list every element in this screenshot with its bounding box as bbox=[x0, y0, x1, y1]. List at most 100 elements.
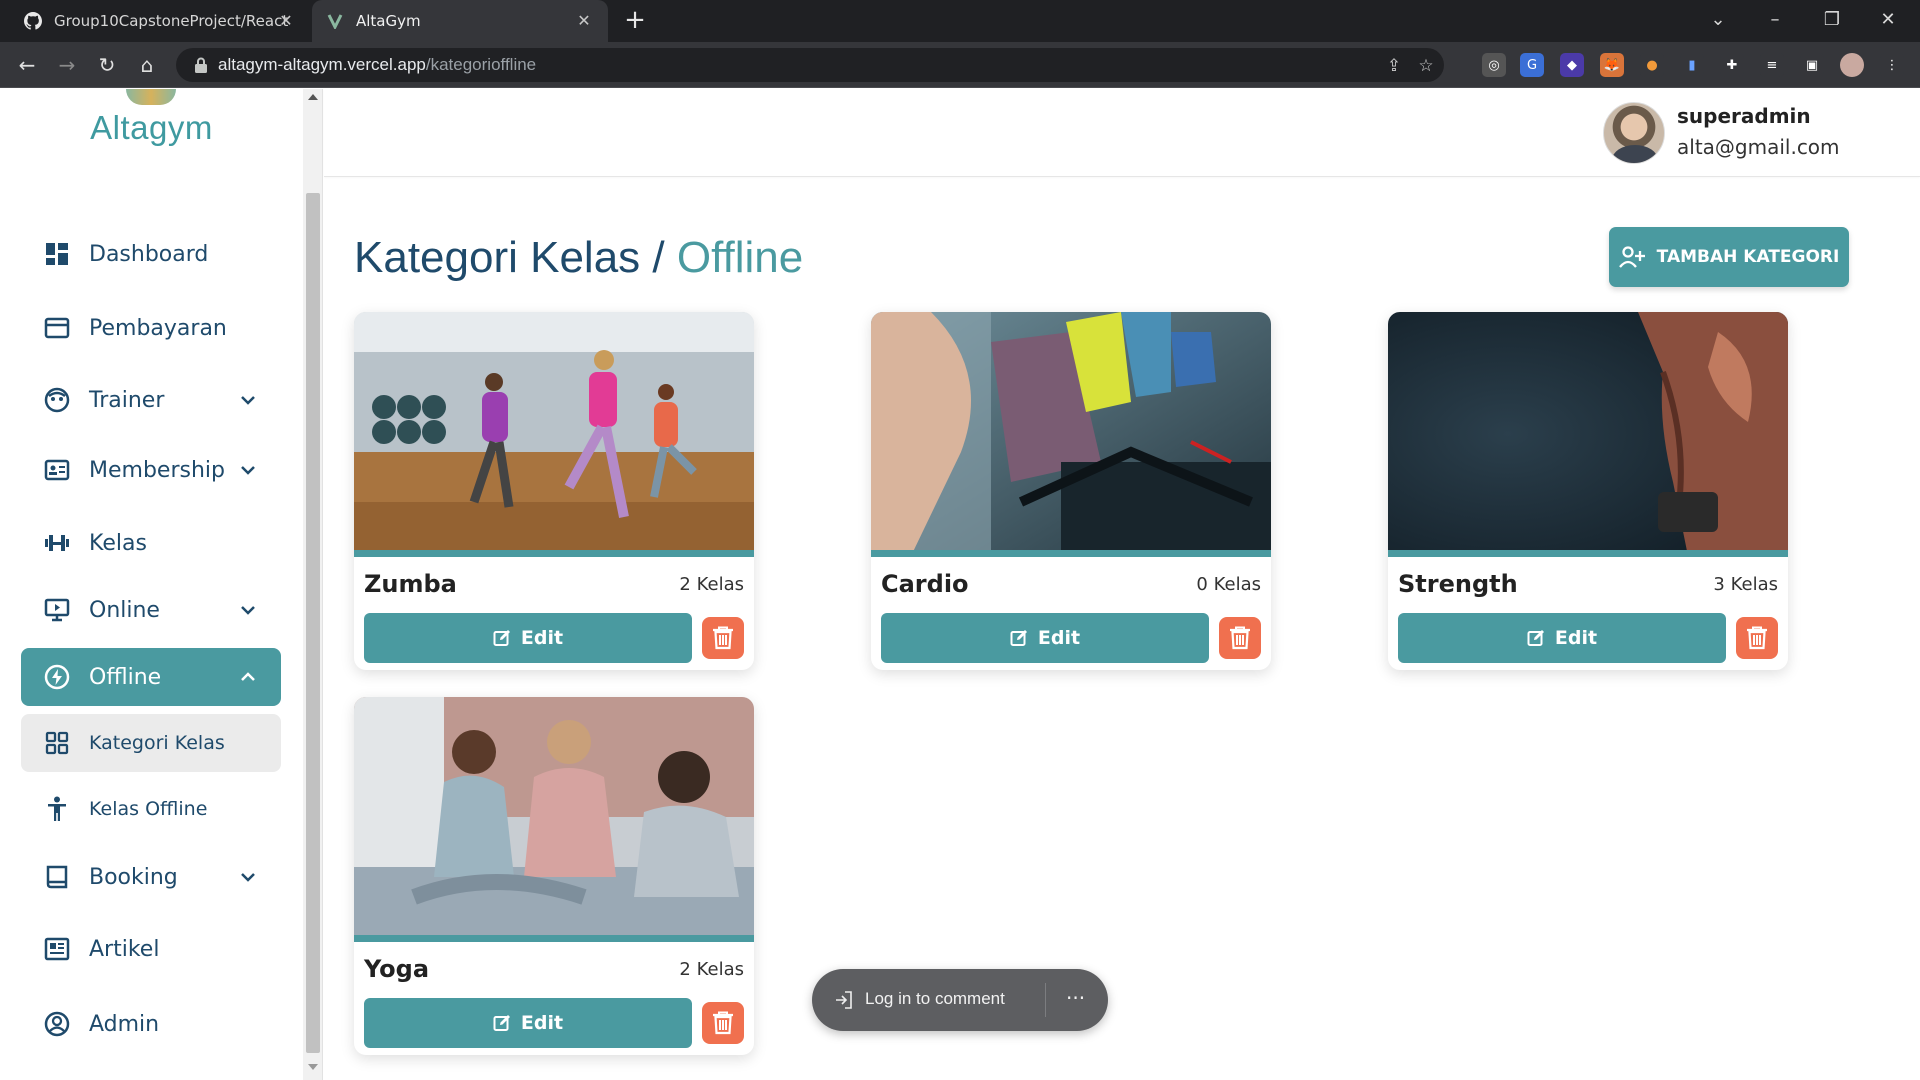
minimize-button[interactable]: – bbox=[1753, 6, 1797, 34]
bookmark-star-icon[interactable]: ☆ bbox=[1416, 56, 1436, 76]
top-header: superadmin alta@gmail.com bbox=[324, 89, 1920, 177]
altagym-favicon bbox=[326, 12, 344, 30]
sidebar: Altagym Dashboard Pembayaran Trainer Mem… bbox=[0, 89, 303, 1080]
side-panel-icon[interactable]: ▣ bbox=[1800, 53, 1824, 77]
sidebar-item-kelas[interactable]: Kelas bbox=[21, 514, 281, 572]
user-circle-icon bbox=[43, 1010, 71, 1038]
forward-icon[interactable]: → bbox=[54, 52, 80, 78]
sidebar-item-label: Pembayaran bbox=[89, 315, 227, 341]
sidebar-item-label: Artikel bbox=[89, 936, 160, 962]
category-count: 2 Kelas bbox=[679, 959, 744, 980]
close-window-button[interactable]: ✕ bbox=[1866, 6, 1910, 34]
page-title-separator: / bbox=[652, 233, 665, 282]
trash-icon bbox=[1230, 626, 1250, 650]
edit-button[interactable]: Edit bbox=[364, 613, 692, 663]
edit-icon bbox=[1010, 630, 1027, 646]
new-tab-button[interactable]: + bbox=[622, 7, 648, 34]
delete-button[interactable] bbox=[702, 617, 744, 659]
newspaper-icon bbox=[43, 935, 71, 963]
divider bbox=[1045, 983, 1046, 1017]
sidebar-item-admin[interactable]: Admin bbox=[21, 995, 281, 1053]
category-card-yoga: Yoga 2 Kelas Edit bbox=[354, 697, 754, 1055]
category-card-zumba: Zumba 2 Kelas Edit bbox=[354, 312, 754, 670]
puzzle-icon[interactable]: ✚ bbox=[1720, 53, 1744, 77]
trash-icon bbox=[1747, 626, 1767, 650]
address-bar[interactable]: altagym-altagym.vercel.app/kategorioffli… bbox=[176, 48, 1444, 82]
browser-tab-github[interactable]: Group10CapstoneProject/React ✕ bbox=[10, 0, 310, 42]
close-tab-icon[interactable]: ✕ bbox=[276, 11, 296, 31]
page-title: Kategori Kelas / Offline bbox=[354, 233, 803, 283]
edit-button[interactable]: Edit bbox=[881, 613, 1209, 663]
edit-label: Edit bbox=[1554, 627, 1598, 649]
wallet-icon bbox=[43, 314, 71, 342]
home-icon[interactable]: ⌂ bbox=[134, 52, 160, 78]
category-name: Zumba bbox=[364, 570, 457, 598]
extension-badge-icon[interactable]: ◆ bbox=[1560, 53, 1584, 77]
metamask-icon[interactable]: 🦊 bbox=[1600, 53, 1624, 77]
edit-icon bbox=[1527, 630, 1544, 646]
card-accent-band bbox=[354, 935, 754, 942]
log-in-to-comment-link[interactable]: Log in to comment bbox=[865, 989, 1005, 1009]
scroll-down-arrow-icon[interactable] bbox=[308, 1064, 318, 1070]
tab-search-icon[interactable]: ⌄ bbox=[1696, 6, 1740, 34]
delete-button[interactable] bbox=[1219, 617, 1261, 659]
delete-button[interactable] bbox=[1736, 617, 1778, 659]
sidebar-item-membership[interactable]: Membership bbox=[21, 441, 281, 499]
dashboard-icon bbox=[43, 240, 71, 268]
extension-icon[interactable]: ● bbox=[1640, 53, 1664, 77]
sidebar-item-kategori-kelas[interactable]: Kategori Kelas bbox=[21, 714, 281, 772]
sidebar-scrollbar[interactable] bbox=[303, 89, 323, 1080]
restore-button[interactable]: ❐ bbox=[1810, 6, 1854, 34]
extension-icon[interactable]: ◎ bbox=[1482, 53, 1506, 77]
add-category-button[interactable]: TAMBAH KATEGORI bbox=[1609, 227, 1849, 287]
add-category-label: TAMBAH KATEGORI bbox=[1656, 247, 1840, 267]
sidebar-item-pembayaran[interactable]: Pembayaran bbox=[21, 299, 281, 357]
add-user-icon bbox=[1618, 246, 1645, 268]
edit-button[interactable]: Edit bbox=[364, 998, 692, 1048]
cardio-image bbox=[871, 312, 1271, 556]
close-tab-icon[interactable]: ✕ bbox=[574, 11, 594, 31]
browser-tab-title: AltaGym bbox=[356, 12, 421, 30]
chevron-up-icon bbox=[241, 672, 255, 681]
login-icon bbox=[836, 991, 852, 1009]
trash-icon bbox=[713, 626, 733, 650]
comment-widget: Log in to comment ··· bbox=[812, 969, 1108, 1031]
delete-button[interactable] bbox=[702, 1002, 744, 1044]
browser-tab-altagym[interactable]: AltaGym ✕ bbox=[312, 0, 608, 42]
sidebar-item-artikel[interactable]: Artikel bbox=[21, 920, 281, 978]
share-icon[interactable]: ⇪ bbox=[1384, 56, 1404, 76]
id-card-icon bbox=[43, 456, 71, 484]
sidebar-item-kelas-offline[interactable]: Kelas Offline bbox=[21, 780, 281, 838]
category-name: Strength bbox=[1398, 570, 1518, 598]
reading-list-icon[interactable]: ≡ bbox=[1760, 53, 1784, 77]
extension-icon[interactable]: ▮ bbox=[1680, 53, 1704, 77]
sidebar-item-trainer[interactable]: Trainer bbox=[21, 371, 281, 429]
edit-icon bbox=[493, 1015, 510, 1031]
edit-button[interactable]: Edit bbox=[1398, 613, 1726, 663]
chevron-down-icon bbox=[241, 606, 255, 615]
reload-icon[interactable]: ↻ bbox=[94, 52, 120, 78]
grid-icon bbox=[43, 729, 71, 757]
sidebar-item-booking[interactable]: Booking bbox=[21, 848, 281, 906]
sidebar-item-dashboard[interactable]: Dashboard bbox=[21, 225, 281, 283]
more-options-button[interactable]: ··· bbox=[1066, 986, 1085, 1010]
profile-avatar-icon[interactable] bbox=[1840, 53, 1864, 77]
sidebar-item-label: Offline bbox=[89, 664, 162, 690]
card-accent-band bbox=[354, 550, 754, 557]
scrollbar-thumb[interactable] bbox=[306, 193, 320, 1053]
sidebar-item-label: Kelas bbox=[89, 530, 147, 556]
translate-extension-icon[interactable]: G bbox=[1520, 53, 1544, 77]
sidebar-item-online[interactable]: Online bbox=[21, 581, 281, 639]
bolt-circle-icon bbox=[43, 663, 71, 691]
category-count: 3 Kelas bbox=[1713, 574, 1778, 595]
back-icon[interactable]: ← bbox=[14, 52, 40, 78]
menu-kebab-icon[interactable]: ⋮ bbox=[1880, 53, 1904, 77]
avatar[interactable] bbox=[1603, 102, 1665, 164]
sidebar-item-label: Dashboard bbox=[89, 241, 209, 267]
book-icon bbox=[43, 863, 71, 891]
sidebar-item-offline[interactable]: Offline bbox=[21, 648, 281, 706]
trash-icon bbox=[713, 1011, 733, 1035]
chevron-down-icon bbox=[241, 396, 255, 405]
edit-label: Edit bbox=[1037, 627, 1081, 649]
scroll-up-arrow-icon[interactable] bbox=[308, 94, 318, 100]
